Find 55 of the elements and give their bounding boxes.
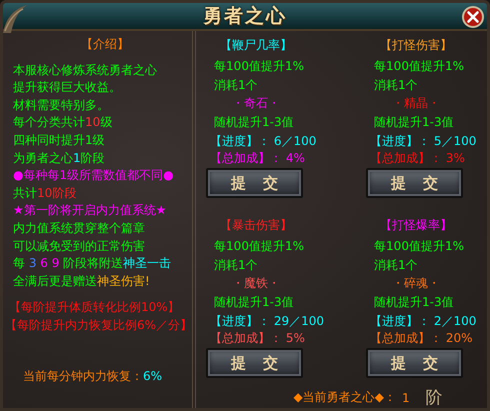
submit-button[interactable]: 提 交	[366, 168, 464, 198]
close-button[interactable]	[461, 5, 485, 29]
note-line: 【每阶提升体质转化比例10%】	[9, 299, 181, 316]
card-text: 随机提升1-3值	[214, 294, 295, 311]
card-text: 每100值提升1%	[214, 238, 305, 256]
card-text: 消耗1个	[214, 256, 259, 274]
current-level-label: ◆当前勇者之心◆：	[293, 389, 396, 406]
section-title: 【介绍】	[81, 36, 129, 53]
card-text: 消耗1个	[214, 76, 259, 94]
intro-line: 提升获得巨大收益。	[13, 79, 122, 96]
submit-button[interactable]: 提 交	[206, 168, 304, 198]
intro-line: ★第一阶将开启内力值系统★	[13, 202, 168, 220]
card-title: 【暴击伤害】	[220, 217, 294, 234]
intro-line: ●每种每1级所需数值都不同●	[13, 167, 175, 184]
card-text: 消耗1个	[374, 256, 419, 274]
card-text: 随机提升1-3值	[214, 114, 295, 131]
card-text: 随机提升1-3值	[374, 114, 455, 131]
bonus-line: 【总加成】： 5%	[210, 330, 306, 346]
card-text: 每100值提升1%	[374, 58, 465, 76]
intro-line: 全满后更是赠送神圣伤害!	[13, 272, 151, 290]
intro-line: 内力值系统贯穿整个篇章	[13, 220, 146, 237]
intro-line: 四种同时提升1级	[13, 132, 106, 149]
card-text: 随机提升1-3值	[374, 294, 455, 311]
note-line: 【每阶提升内力恢复比例6%／分】	[5, 316, 192, 334]
bonus-line: 【总加成】： 20%	[370, 330, 474, 346]
intro-line: 每 3 6 9 阶段将附送神圣一击	[13, 255, 172, 272]
intro-line: 可以减免受到的正常伤害	[13, 238, 146, 255]
card-text: 每100值提升1%	[214, 58, 305, 76]
material-name: ・奇石・	[232, 95, 282, 112]
intro-line: 为勇者之心1阶段	[13, 150, 106, 167]
intro-line: 每个分类共计10级	[13, 114, 114, 132]
level-unit: 阶	[426, 387, 443, 408]
card-title: 【打怪伤害】	[380, 37, 454, 54]
material-name: ・碎魂・	[392, 275, 442, 292]
card-text: 消耗1个	[374, 76, 419, 94]
bonus-line: 【总加成】： 3%	[370, 150, 466, 166]
corner-ornament-icon	[3, 5, 27, 33]
card-text: 每100值提升1%	[374, 238, 465, 256]
intro-line: 本服核心修炼系统勇者之心	[13, 62, 158, 79]
material-name: ・精晶・	[392, 95, 442, 112]
material-name: ・魔铁・	[232, 275, 282, 292]
recovery-line: 当前每分钟内力恢复：6%	[23, 368, 164, 384]
progress-line: 【进度】： 5／100	[370, 133, 478, 150]
submit-button[interactable]: 提 交	[206, 348, 304, 378]
window-title: 勇者之心	[203, 4, 287, 29]
card-title: 【鞭尸几率】	[220, 37, 294, 54]
current-level-value: 1	[402, 390, 410, 405]
intro-line: 共计10阶段	[13, 184, 78, 202]
intro-line: 材料需要特别多。	[13, 96, 110, 114]
progress-line: 【进度】： 2／100	[370, 313, 478, 330]
submit-button[interactable]: 提 交	[366, 348, 464, 378]
progress-line: 【进度】： 6／100	[210, 133, 318, 150]
bonus-line: 【总加成】： 4%	[210, 150, 306, 166]
card-title: 【打怪爆率】	[380, 217, 454, 234]
progress-line: 【进度】： 29／100	[210, 313, 326, 330]
